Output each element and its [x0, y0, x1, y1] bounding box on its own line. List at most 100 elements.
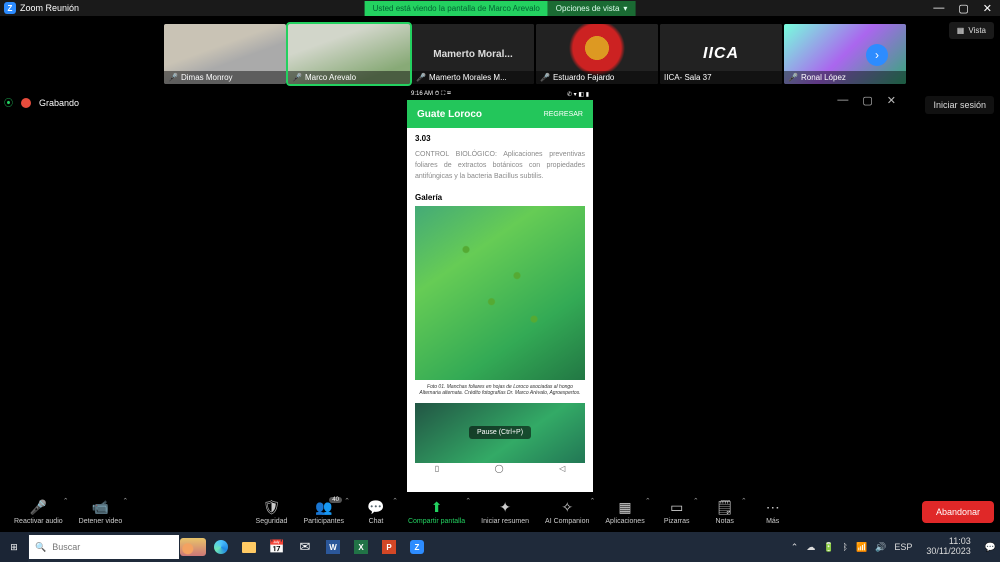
shared-maximize[interactable]: ▢ [862, 94, 872, 107]
item-body-text: CONTROL BIOLÓGICO: Aplicaciones preventi… [407, 145, 593, 187]
shared-close[interactable]: ✕ [887, 94, 896, 107]
mic-muted-icon: 🎤 [292, 73, 302, 82]
apps-icon: ▦ [618, 499, 631, 516]
phone-nav-bar: ▯◯◁ [407, 463, 593, 475]
weather-widget[interactable] [179, 532, 207, 562]
maximize-button[interactable]: ▢ [958, 2, 968, 15]
mic-muted-icon: 🎤 [416, 73, 426, 82]
notifications-icon[interactable]: 💬 [985, 542, 996, 553]
shield-icon: 🛡 [263, 499, 281, 516]
share-screen-button[interactable]: ⌃⬆Compartir pantalla [400, 499, 473, 525]
recording-indicator: ⦿ Grabando [4, 96, 79, 109]
video-button[interactable]: ⌃📹Detener video [71, 499, 131, 525]
view-options-button[interactable]: Opciones de vista▾ [548, 1, 636, 16]
leave-button[interactable]: Abandonar [922, 501, 994, 523]
chevron-up-icon[interactable]: ⌃ [392, 497, 398, 505]
chevron-up-icon[interactable]: ⌃ [63, 497, 69, 505]
participant-tile[interactable]: 🎤Marco Arevalo [288, 24, 410, 84]
app-header: Guate Loroco REGRESAR [407, 100, 593, 128]
more-icon: ⋯ [766, 499, 780, 516]
back-button[interactable]: REGRESAR [544, 111, 583, 118]
chevron-down-icon: ▾ [623, 4, 627, 13]
zoom-app-icon: Z [4, 2, 16, 14]
minimize-button[interactable]: — [933, 2, 944, 15]
chevron-up-icon[interactable]: ⌃ [590, 497, 596, 505]
participants-button[interactable]: 40⌃👥Participantes [296, 499, 352, 525]
participant-tile[interactable]: 🎤Dimas Monroy [164, 24, 286, 84]
participant-tile[interactable]: 🎤Estuardo Fajardo [536, 24, 658, 84]
participant-name: Marco Arevalo [305, 73, 356, 82]
onedrive-icon[interactable]: ☁ [806, 542, 815, 553]
edge-taskbar-icon[interactable] [207, 532, 235, 562]
participant-name: IICA- Sala 37 [664, 73, 712, 82]
share-screen-icon: ⬆ [431, 499, 443, 516]
signin-button[interactable]: Iniciar sesión [925, 96, 994, 114]
notes-button[interactable]: ⌃🗒Notas [701, 499, 749, 525]
mail-taskbar-icon[interactable]: ✉ [291, 532, 319, 562]
chevron-up-icon[interactable]: ⌃ [741, 497, 747, 505]
windows-taskbar: ⊞ 🔍Buscar 📅 ✉ W X P Z ⌃ ☁ 🔋 ᛒ 📶 🔊 ESP 11… [0, 532, 1000, 562]
close-button[interactable]: ✕ [983, 2, 992, 15]
participants-count: 40 [329, 497, 342, 503]
camera-icon: 📹 [92, 499, 109, 516]
app-title: Guate Loroco [417, 109, 482, 120]
gallery-image-1 [415, 206, 585, 380]
taskbar-search[interactable]: 🔍Buscar [29, 535, 179, 559]
taskbar-clock[interactable]: 11:0330/11/2023 [920, 537, 976, 557]
image-caption: Foto 01. Manchas foliares en hojas de Lo… [407, 382, 593, 403]
participant-name: Dimas Monroy [181, 73, 233, 82]
whiteboard-icon: ▭ [670, 499, 683, 516]
chevron-up-icon[interactable]: ⌃ [645, 497, 651, 505]
chevron-up-icon[interactable]: ⌃ [344, 497, 350, 505]
mic-muted-icon: 🎤 [168, 73, 178, 82]
audio-button[interactable]: ⌃🎤Reactivar audio [6, 499, 71, 525]
check-icon: ⦿ [4, 96, 13, 109]
gallery-next-button[interactable]: › [866, 44, 888, 66]
system-tray[interactable]: ⌃ ☁ 🔋 ᛒ 📶 🔊 ESP 11:0330/11/2023 💬 [787, 537, 1000, 557]
zoom-taskbar-icon[interactable]: Z [403, 532, 431, 562]
participant-name: Mamerto Morales M... [429, 73, 507, 82]
participant-tile[interactable]: Mamerto Moral... 🎤Mamerto Morales M... [412, 24, 534, 84]
volume-icon[interactable]: 🔊 [875, 542, 886, 553]
security-button[interactable]: 🛡Seguridad [248, 499, 296, 525]
excel-taskbar-icon[interactable]: X [347, 532, 375, 562]
word-taskbar-icon[interactable]: W [319, 532, 347, 562]
chevron-up-icon[interactable]: ⌃ [465, 497, 471, 505]
start-button[interactable]: ⊞ [0, 532, 28, 562]
bluetooth-icon[interactable]: ᛒ [843, 542, 848, 552]
whiteboard-button[interactable]: ⌃▭Pizarras [653, 499, 701, 525]
battery-icon[interactable]: 🔋 [823, 542, 834, 553]
summary-button[interactable]: ✦Iniciar resumen [473, 499, 537, 525]
powerpoint-taskbar-icon[interactable]: P [375, 532, 403, 562]
language-indicator[interactable]: ESP [894, 542, 912, 552]
chat-button[interactable]: ⌃💬Chat [352, 499, 400, 525]
mic-muted-icon: 🎤 [540, 73, 550, 82]
chevron-up-icon[interactable]: ⌃ [693, 497, 699, 505]
phone-mockup: 9:16 AM ⏱ ⛶ ✉✆ ▾ ◧ ▮ Guate Loroco REGRES… [407, 88, 593, 492]
recording-label: Grabando [39, 98, 79, 108]
apps-button[interactable]: ⌃▦Aplicaciones [597, 499, 652, 525]
calendar-taskbar-icon[interactable]: 📅 [263, 532, 291, 562]
view-button[interactable]: ▦Vista [949, 22, 994, 39]
chevron-up-icon[interactable]: ⌃ [122, 497, 128, 505]
participant-name: Estuardo Fajardo [553, 73, 614, 82]
mic-muted-icon: 🎤 [788, 73, 798, 82]
pause-tooltip: Pause (Ctrl+P) [469, 426, 531, 439]
participant-name: Ronal López [801, 73, 846, 82]
wifi-icon[interactable]: 📶 [856, 542, 867, 553]
share-banner: Usted está viendo la pantalla de Marco A… [365, 0, 636, 16]
participant-tile[interactable]: IICA IICA- Sala 37 [660, 24, 782, 84]
shared-window-controls: — ▢ ✕ [837, 94, 896, 107]
tray-chevron-icon[interactable]: ⌃ [791, 542, 799, 553]
notes-icon: 🗒 [716, 499, 734, 516]
window-title: Zoom Reunión [20, 3, 79, 13]
phone-status-bar: 9:16 AM ⏱ ⛶ ✉✆ ▾ ◧ ▮ [407, 88, 593, 100]
more-button[interactable]: ⋯Más [749, 499, 797, 525]
meeting-toolbar: ⌃🎤Reactivar audio ⌃📹Detener video 🛡Segur… [0, 492, 1000, 532]
explorer-taskbar-icon[interactable] [235, 532, 263, 562]
gallery-heading: Galería [407, 187, 593, 204]
shared-screen-area: — ▢ ✕ 9:16 AM ⏱ ⛶ ✉✆ ▾ ◧ ▮ Guate Loroco … [104, 88, 896, 494]
chat-icon: 💬 [367, 499, 384, 516]
shared-minimize[interactable]: — [837, 94, 848, 107]
ai-companion-button[interactable]: ⌃✧AI Companion [537, 499, 597, 525]
